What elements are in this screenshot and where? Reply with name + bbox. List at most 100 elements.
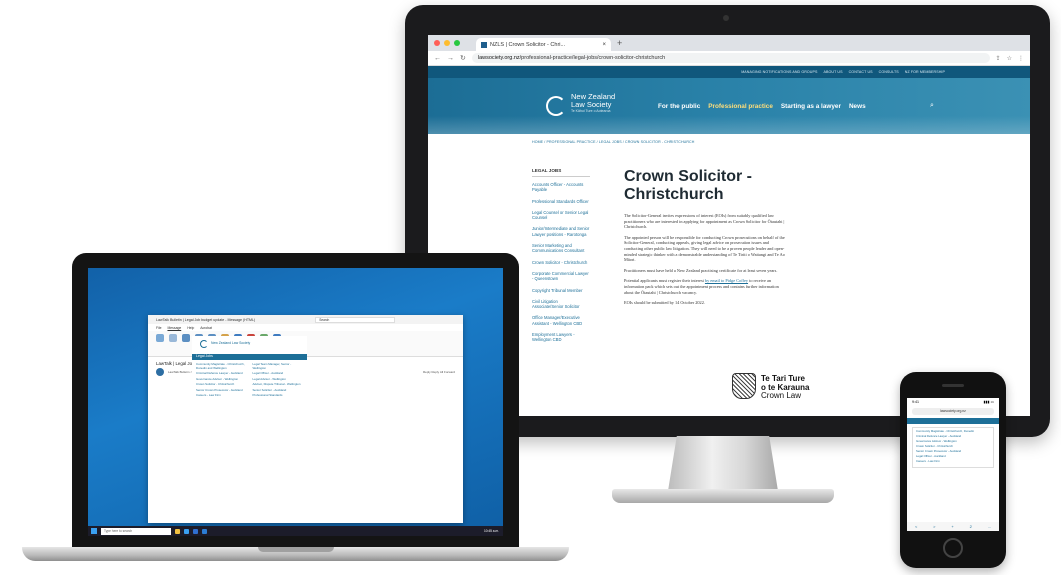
browser-tab[interactable]: NZLS | Crown Solicitor - Chri... × <box>476 38 611 51</box>
sidebar-item[interactable]: Senior Marketing and Communications Cons… <box>532 243 590 254</box>
mobile-url-bar[interactable]: lawsociety.org.nz <box>912 408 994 415</box>
email-actions[interactable]: Reply Reply All Forward <box>423 370 455 374</box>
outlook-icon[interactable] <box>193 528 198 534</box>
paragraph-apply: Potential applicants must register their… <box>624 278 789 295</box>
file-explorer-icon[interactable] <box>175 528 180 534</box>
paragraph: The Solicitor-General invites expression… <box>624 213 785 230</box>
tabs-count-icon[interactable]: 2 <box>970 524 972 529</box>
sidebar-item[interactable]: Employment Lawyers - Wellington CBD <box>532 332 590 343</box>
job-link[interactable]: Governance Advisor - Wellington <box>196 377 247 382</box>
forward-icon[interactable]: → <box>447 55 454 62</box>
article: Crown Solicitor - Christchurch The Solic… <box>624 168 789 311</box>
mobile-job-link[interactable]: Senior Crown Prosecutor - Auckland <box>916 449 990 454</box>
utility-link[interactable]: NZ FOR MEMBERSHIP <box>905 70 945 74</box>
utility-link[interactable]: CONSULTS <box>879 70 899 74</box>
url-domain: lawsociety.org.nz <box>477 55 520 61</box>
sidebar-item[interactable]: Legal Counsel or Senior Legal Counsel <box>532 210 590 221</box>
sidebar-item[interactable]: Civil Litigation Associate/Senior Solici… <box>532 299 590 310</box>
sidebar-item[interactable]: Accounts Officer - Accounts Payable <box>532 182 590 193</box>
sidebar: LEGAL JOBS Accounts Officer - Accounts P… <box>532 168 590 349</box>
reply-icon[interactable] <box>182 334 190 342</box>
nav-professional-practice[interactable]: Professional practice <box>708 103 773 110</box>
laptop-screen: LawTalk Bulletin | Legal Job budget upda… <box>88 268 503 536</box>
sidebar-item[interactable]: Professional Standards Officer <box>532 199 590 204</box>
sidebar-item[interactable]: Copyright Tribunal Member <box>532 288 590 293</box>
mobile-job-link[interactable]: Legal Officer - Auckland <box>916 454 990 459</box>
job-link[interactable]: Legal Team Manager, Senior - Wellington <box>253 362 304 370</box>
reload-icon[interactable]: ↻ <box>460 54 466 62</box>
share-icon[interactable]: ⇪ <box>996 55 1001 62</box>
windows-desktop: LawTalk Bulletin | Legal Job budget upda… <box>88 268 503 536</box>
browser-tab-title: NZLS | Crown Solicitor - Chri... <box>490 41 566 48</box>
forward-icon[interactable]: > <box>933 524 935 529</box>
nzls-favicon-icon <box>481 41 487 48</box>
outlook-title-bar: LawTalk Bulletin | Legal Job budget upda… <box>148 315 463 324</box>
nav-for-the-public[interactable]: For the public <box>658 103 700 110</box>
site-utility-bar: MANAGING NOTIFICATIONS AND GROUPS ABOUT … <box>428 66 1030 78</box>
nav-starting-as-a-lawyer[interactable]: Starting as a lawyer <box>781 103 841 110</box>
archive-icon[interactable] <box>169 334 177 342</box>
job-link[interactable]: Senior Crown Prosecutor - Auckland <box>196 388 247 393</box>
crown-law-logo: Te Tari Ture o te Karauna Crown Law <box>761 374 809 401</box>
window-title: LawTalk Bulletin | Legal Job budget upda… <box>156 317 256 322</box>
laptop: LawTalk Bulletin | Legal Job budget upda… <box>72 253 519 549</box>
search-input[interactable]: Search <box>315 316 396 323</box>
job-link[interactable]: Professional Standards <box>253 393 304 398</box>
back-icon[interactable]: < <box>915 524 917 529</box>
mobile-job-link[interactable]: Criminal Defence Lawyer - Auckland <box>916 434 990 439</box>
menu-message[interactable]: Message <box>167 326 181 330</box>
mobile-job-link[interactable]: Crown Solicitor - Christchurch <box>916 444 990 449</box>
maximize-window-icon[interactable] <box>454 40 460 46</box>
close-tab-icon[interactable]: × <box>602 42 606 48</box>
utility-link[interactable]: CONTACT US <box>849 70 873 74</box>
email-link[interactable]: by email to Pidge Coffey <box>705 278 748 283</box>
word-icon[interactable] <box>202 528 207 534</box>
nzls-logo-icon[interactable] <box>546 96 566 116</box>
back-icon[interactable]: ← <box>434 55 441 62</box>
job-link[interactable]: Senior Solicitor - Auckland <box>253 388 304 393</box>
edge-icon[interactable] <box>184 528 189 534</box>
close-window-icon[interactable] <box>434 40 440 46</box>
utility-link[interactable]: MANAGING NOTIFICATIONS AND GROUPS <box>741 70 817 74</box>
new-tab-icon[interactable]: + <box>951 524 953 529</box>
job-link[interactable]: Crown Solicitor - Christchurch <box>196 382 247 387</box>
breadcrumb[interactable]: HOME / PROFESSIONAL PRACTICE / LEGAL JOB… <box>532 140 694 144</box>
url-path: /professional-practice/legal-jobs/crown-… <box>519 55 666 61</box>
sidebar-item[interactable]: Office Manager/Executive Assistant - Wel… <box>532 315 590 326</box>
url-field[interactable]: lawsociety.org.nz /professional-practice… <box>471 53 990 63</box>
job-link[interactable]: Criminal Defence Lawyer - Auckland <box>196 371 247 376</box>
job-link[interactable]: Advisor, Dispute Tribunal - Wellington <box>253 382 304 387</box>
browser-menu-icon[interactable]: ⋮ <box>1018 55 1024 62</box>
site-logo[interactable]: New Zealand Law Society Te Kāhui Ture o … <box>571 93 615 114</box>
minimize-window-icon[interactable] <box>444 40 450 46</box>
email-col-right: Legal Team Manager, Senior - Wellington … <box>253 362 304 400</box>
job-link[interactable]: Community Magistrate - Christchurch, Dun… <box>196 362 247 370</box>
bookmark-star-icon[interactable]: ☆ <box>1007 55 1012 62</box>
home-button[interactable] <box>943 538 963 558</box>
search-icon[interactable]: ⌕ <box>930 102 934 110</box>
monitor-stand <box>668 436 778 491</box>
status-time: 9:41 <box>912 400 919 404</box>
email-logo: New Zealand Law Society <box>200 340 307 348</box>
menu-help[interactable]: Help <box>187 326 194 330</box>
sidebar-item[interactable]: Corporate Commercial Lawyer - Queenstown <box>532 271 590 282</box>
nav-news[interactable]: News <box>849 103 866 110</box>
taskbar-search-input[interactable]: Type here to search <box>101 527 171 535</box>
more-icon[interactable]: ... <box>988 524 991 529</box>
menu-acrobat[interactable]: Acrobat <box>200 326 212 330</box>
sidebar-item[interactable]: Junior/Intermediate and Senior Lawyer po… <box>532 226 590 237</box>
email-col-left: Community Magistrate - Christchurch, Dun… <box>196 362 247 400</box>
mobile-job-link[interactable]: Careers - Law Firm <box>916 459 990 464</box>
new-tab-icon[interactable]: + <box>617 38 622 48</box>
job-link[interactable]: Legal Advisor - Wellington <box>253 377 304 382</box>
sidebar-item-current[interactable]: Crown Solicitor - Christchurch <box>532 260 590 265</box>
mobile-job-link[interactable]: Governance Advisor - Wellington <box>916 439 990 444</box>
windows-start-icon[interactable] <box>91 528 97 534</box>
menu-file[interactable]: File <box>156 326 161 330</box>
mobile-job-link[interactable]: Community Magistrate - Christchurch, Dun… <box>916 429 990 434</box>
delete-icon[interactable] <box>156 334 164 342</box>
job-link[interactable]: Legal Officer - Auckland <box>253 371 304 376</box>
utility-link[interactable]: ABOUT US <box>824 70 843 74</box>
job-link[interactable]: Careers - Law Firm <box>196 393 247 398</box>
monitor-stand-base <box>612 489 834 503</box>
